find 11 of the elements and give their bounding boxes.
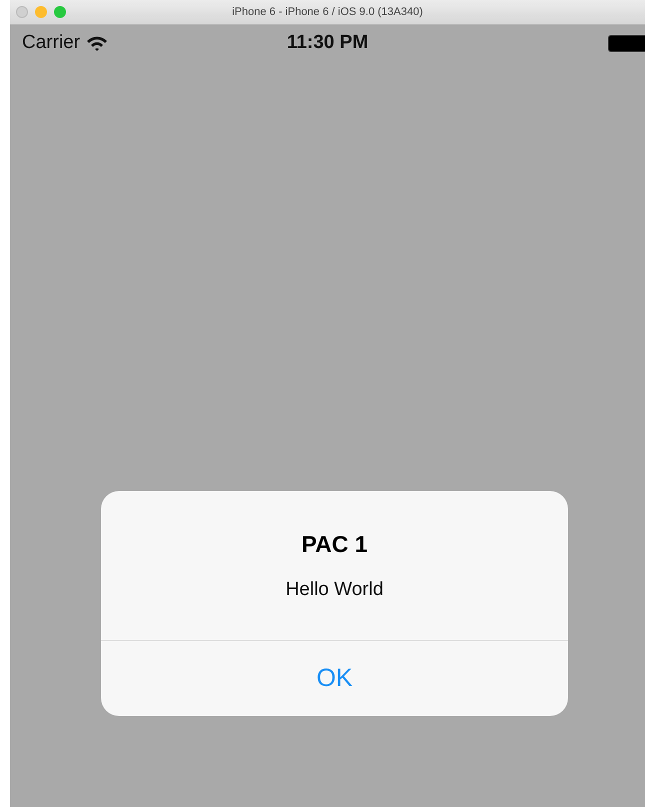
carrier-name: Carrier (22, 30, 80, 55)
alert-message: Hello World (284, 578, 384, 602)
status-time: 11:30 PM (286, 32, 368, 53)
wifi-icon (86, 34, 108, 52)
alert-title: PAC 1 (300, 530, 369, 559)
window-title: iPhone 6 - iPhone 6 / iOS 9.0 (13A340) (232, 4, 423, 20)
battery-icon (608, 35, 645, 52)
minimize-button[interactable] (35, 6, 47, 18)
zoom-button[interactable] (54, 6, 66, 18)
close-button[interactable] (16, 6, 28, 18)
ok-button[interactable]: OK (101, 640, 568, 716)
